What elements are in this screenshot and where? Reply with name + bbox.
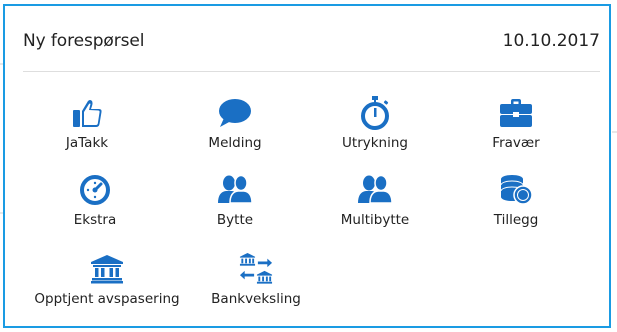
bank-icon — [90, 252, 124, 286]
briefcase-icon — [499, 96, 533, 130]
option-bytte[interactable]: Bytte — [160, 173, 310, 233]
option-label: Bytte — [216, 212, 254, 228]
option-label: Bankveksling — [211, 291, 301, 307]
dialog-date: 10.10.2017 — [502, 31, 600, 51]
dialog-header: Ny forespørsel 10.10.2017 — [23, 31, 600, 61]
option-label: Multibytte — [340, 212, 410, 228]
option-jatakk[interactable]: JaTakk — [12, 96, 162, 156]
option-melding[interactable]: Melding — [160, 96, 310, 156]
option-tillegg[interactable]: Tillegg — [441, 173, 591, 233]
option-label: JaTakk — [65, 135, 109, 151]
stopwatch-icon — [358, 96, 392, 130]
coins-icon — [499, 173, 533, 207]
option-label: Fravær — [492, 135, 540, 151]
option-multibytte[interactable]: Multibytte — [300, 173, 450, 233]
option-ekstra[interactable]: Ekstra — [20, 173, 170, 233]
dialog-title: Ny forespørsel — [23, 31, 145, 51]
option-opptjent-avspasering[interactable]: Opptjent avspasering — [32, 252, 182, 312]
speech-bubble-icon — [218, 96, 252, 130]
clock-icon — [78, 173, 112, 207]
option-label: Melding — [208, 135, 262, 151]
option-bankveksling[interactable]: Bankveksling — [181, 252, 331, 312]
option-fravaer[interactable]: Fravær — [441, 96, 591, 156]
thumbs-up-icon — [70, 96, 104, 130]
option-label: Opptjent avspasering — [34, 291, 180, 307]
users-icon — [358, 173, 392, 207]
option-label: Tillegg — [493, 212, 539, 228]
header-divider — [23, 71, 600, 72]
bank-exchange-icon — [239, 252, 273, 286]
option-label: Ekstra — [73, 212, 117, 228]
option-label: Utrykning — [342, 135, 408, 151]
option-utrykning[interactable]: Utrykning — [300, 96, 450, 156]
users-icon — [218, 173, 252, 207]
